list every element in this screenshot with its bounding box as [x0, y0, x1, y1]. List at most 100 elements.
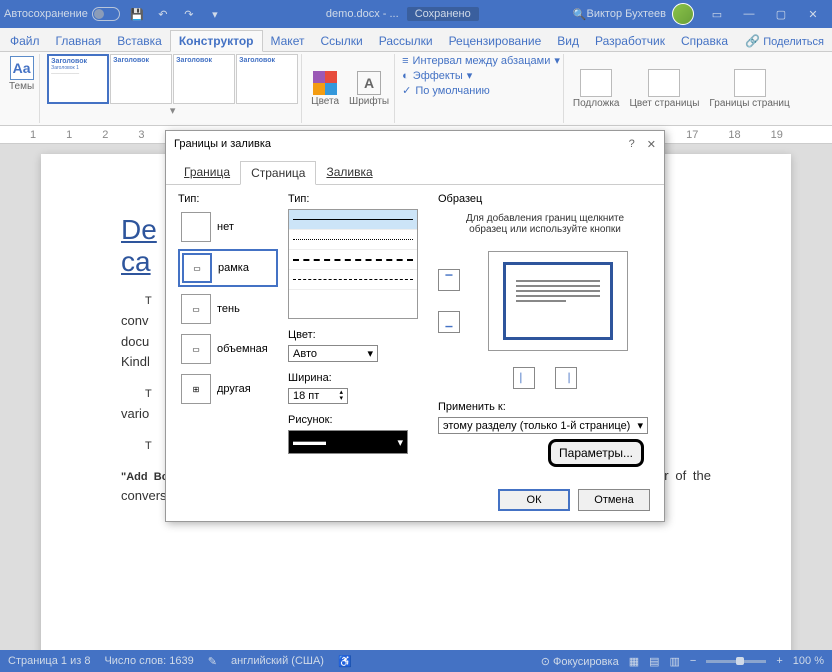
tab-home[interactable]: Главная [48, 31, 110, 51]
view-print-icon[interactable]: ▤ [649, 655, 659, 668]
qat-dropdown-icon[interactable]: ▾ [206, 5, 224, 23]
ribbon-opts-icon[interactable]: ▭ [702, 4, 732, 24]
effects-button[interactable]: ◐ Эффекты ▾ [402, 69, 560, 82]
search-icon[interactable]: 🔍 [573, 8, 587, 21]
view-read-icon[interactable]: ▦ [629, 655, 639, 668]
spellcheck-icon[interactable]: ✎ [208, 655, 217, 668]
type-3d[interactable]: ▭объемная [178, 331, 278, 367]
page-color-button[interactable]: Цвет страницы [627, 67, 701, 111]
style-card[interactable]: ЗаголовокЗаголовок 1——————— [47, 54, 109, 104]
apply-label: Применить к: [438, 401, 652, 413]
cancel-button[interactable]: Отмена [578, 489, 650, 511]
gallery-more-icon[interactable]: ▾ [170, 104, 176, 117]
shadow-icon: ▭ [181, 294, 211, 324]
tab-shading[interactable]: Заливка [316, 161, 382, 184]
zoom-in-icon[interactable]: + [776, 655, 782, 667]
autosave-toggle[interactable]: Автосохранение [4, 7, 120, 21]
preview-box[interactable] [488, 251, 628, 351]
tab-help[interactable]: Справка [673, 31, 736, 51]
style-gallery[interactable]: ЗаголовокЗаголовок 1——————— Заголовок За… [47, 54, 298, 104]
ok-button[interactable]: ОК [498, 489, 570, 511]
style-listbox[interactable] [288, 209, 418, 319]
document-title: demo.docx - ... Сохранено [232, 7, 573, 21]
redo-icon[interactable]: ↷ [180, 5, 198, 23]
style-item[interactable] [289, 270, 417, 290]
save-icon[interactable]: 💾 [128, 5, 146, 23]
page-borders-button[interactable]: Границы страниц [707, 67, 791, 111]
tab-mailings[interactable]: Рассылки [371, 31, 441, 51]
tab-page-border[interactable]: Страница [240, 161, 316, 185]
tab-developer[interactable]: Разработчик [587, 31, 673, 51]
style-label: Тип: [288, 193, 428, 205]
dialog-titlebar[interactable]: Границы и заливка ? ✕ [166, 131, 664, 157]
themes-button[interactable]: Aa Темы [7, 54, 36, 94]
edge-right-button[interactable]: ▕ [555, 367, 577, 389]
tab-insert[interactable]: Вставка [109, 31, 170, 51]
focus-mode[interactable]: ⊙ Фокусировка [541, 655, 619, 668]
style-card[interactable]: Заголовок [236, 54, 298, 104]
word-count[interactable]: Число слов: 1639 [104, 655, 193, 667]
zoom-level[interactable]: 100 % [793, 655, 824, 667]
style-gallery-group: ЗаголовокЗаголовок 1——————— Заголовок За… [44, 54, 302, 123]
view-web-icon[interactable]: ▥ [670, 655, 680, 668]
tab-review[interactable]: Рецензирование [441, 31, 550, 51]
minimize-icon[interactable]: — [734, 4, 764, 24]
dialog-title-text: Границы и заливка [174, 138, 271, 150]
share-button[interactable]: 🔗 Поделиться [739, 31, 830, 51]
zoom-slider[interactable] [706, 660, 766, 663]
accessibility-icon[interactable]: ♿ [338, 655, 352, 668]
dialog-close-icon[interactable]: ✕ [647, 138, 656, 151]
tab-file[interactable]: Файл [2, 31, 48, 51]
colors-button[interactable]: Цвета [309, 69, 341, 109]
style-item[interactable] [289, 210, 417, 230]
themes-group: Aa Темы [4, 54, 40, 123]
watermark-icon [580, 69, 612, 97]
tab-border[interactable]: Граница [174, 161, 240, 184]
style-card[interactable]: Заголовок [110, 54, 172, 104]
maximize-icon[interactable]: ▢ [766, 4, 796, 24]
color-select[interactable]: Авто▾ [288, 345, 378, 362]
chevron-down-icon: ▾ [637, 419, 643, 432]
color-label: Цвет: [288, 329, 428, 341]
type-label: Тип: [178, 193, 278, 205]
watermark-button[interactable]: Подложка [571, 67, 622, 111]
preview-page-icon [503, 262, 613, 340]
tab-references[interactable]: Ссылки [312, 31, 370, 51]
language-status[interactable]: английский (США) [231, 655, 324, 667]
dialog-buttons: ОК Отмена [498, 489, 650, 511]
style-item[interactable] [289, 250, 417, 270]
none-icon [181, 212, 211, 242]
apply-select[interactable]: этому разделу (только 1-й странице)▾ [438, 417, 648, 434]
type-custom[interactable]: ⊞другая [178, 371, 278, 407]
type-shadow[interactable]: ▭тень [178, 291, 278, 327]
default-button[interactable]: ✓ По умолчанию [402, 84, 560, 97]
preview-label: Образец [438, 193, 652, 205]
edge-left-button[interactable]: ▏ [513, 367, 535, 389]
close-icon[interactable]: ✕ [798, 4, 828, 24]
tab-view[interactable]: Вид [549, 31, 587, 51]
options-button[interactable]: Параметры... [548, 439, 644, 467]
edge-top-button[interactable]: ▔ [438, 269, 460, 291]
borders-dialog: Границы и заливка ? ✕ Граница Страница З… [165, 130, 665, 522]
page-color-icon [648, 69, 680, 97]
user-account[interactable]: Виктор Бухтеев [587, 3, 694, 25]
help-icon[interactable]: ? [629, 138, 635, 151]
width-spinner[interactable]: 18 пт▴▾ [288, 388, 348, 404]
zoom-out-icon[interactable]: − [690, 655, 696, 667]
art-select[interactable]: ▬▬▬▾ [288, 430, 408, 454]
tab-design[interactable]: Конструктор [170, 30, 263, 52]
edge-bottom-button[interactable]: ▁ [438, 311, 460, 333]
style-card[interactable]: Заголовок [173, 54, 235, 104]
style-item[interactable] [289, 230, 417, 250]
type-box[interactable]: ▭рамка [178, 249, 278, 287]
page-count[interactable]: Страница 1 из 8 [8, 655, 90, 667]
colors-icon [313, 71, 337, 95]
type-none[interactable]: нет [178, 209, 278, 245]
3d-icon: ▭ [181, 334, 211, 364]
tab-layout[interactable]: Макет [263, 31, 313, 51]
undo-icon[interactable]: ↶ [154, 5, 172, 23]
fonts-button[interactable]: AШрифты [347, 69, 391, 109]
para-spacing-button[interactable]: ≡ Интервал между абзацами ▾ [402, 54, 560, 67]
saved-badge: Сохранено [407, 7, 479, 21]
ribbon-body: Aa Темы ЗаголовокЗаголовок 1——————— Заго… [0, 52, 832, 126]
